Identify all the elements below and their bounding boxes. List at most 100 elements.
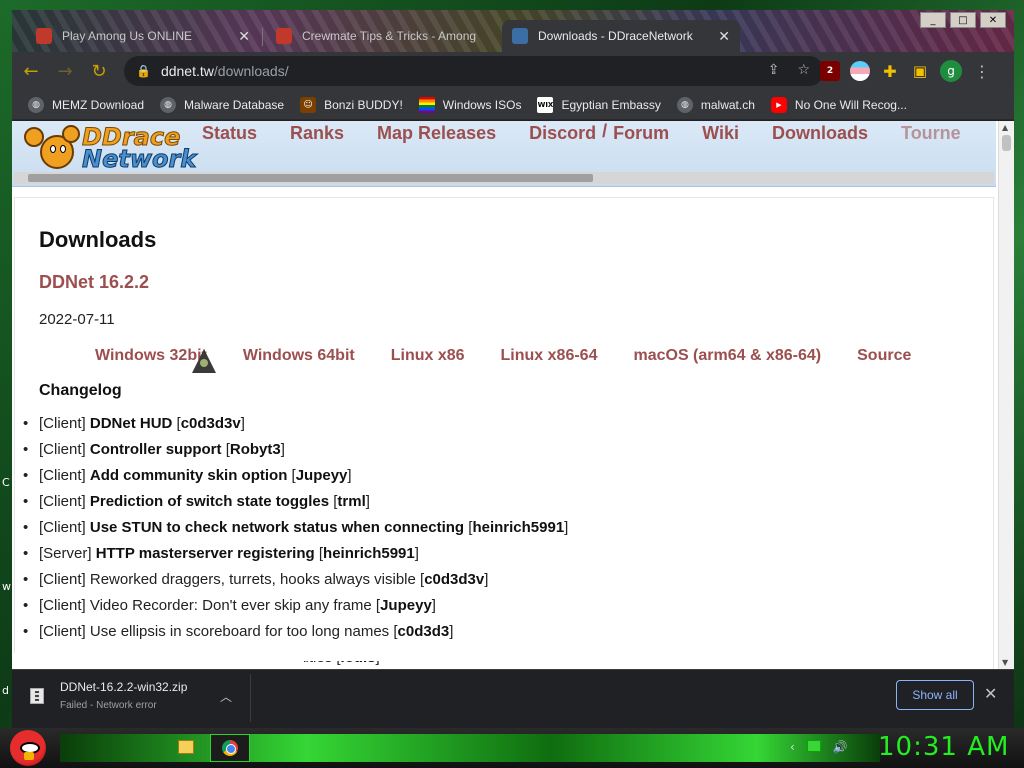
changelog-text: Add community skin option — [89, 467, 288, 484]
desktop-icon-label: C — [2, 476, 10, 489]
taskbar: ‹ 🔊 10:31 AM — [0, 728, 1024, 768]
bookmark-star-icon[interactable]: ☆ — [797, 62, 810, 78]
bookmark-label: MEMZ Download — [52, 97, 145, 112]
ddnet-logo[interactable]: DDrace Network — [18, 123, 197, 174]
changelog-text: DDNet HUD — [89, 415, 173, 432]
bookmarks-bar: ◍ MEMZ Download ◍ Malware Database ☺ Bon… — [12, 90, 1014, 120]
ddnet-favicon-icon — [512, 28, 528, 44]
scroll-up-arrow-icon[interactable]: ▲ — [1002, 123, 1008, 132]
extension-icons: 2 ✚ ▣ g ⋮ — [820, 60, 992, 82]
kebab-menu-icon[interactable]: ⋮ — [972, 61, 992, 81]
extensions-puzzle-icon[interactable]: ✚ — [880, 61, 900, 81]
close-tab-icon[interactable]: ✕ — [238, 28, 250, 45]
nav-discord[interactable]: Discord — [529, 121, 596, 147]
bookmark-malware-database[interactable]: ◍ Malware Database — [160, 96, 285, 113]
show-all-button[interactable]: Show all — [896, 680, 974, 710]
desktop-icon-label: d — [2, 684, 9, 697]
close-tab-icon[interactable]: ✕ — [718, 28, 730, 45]
globe-icon: ◍ — [160, 96, 177, 113]
start-button-angry-bird-icon[interactable] — [10, 730, 46, 766]
tab-among-us-online[interactable]: Play Among Us ONLINE ✕ — [26, 20, 260, 52]
changelog-item: [Client] Prediction of switch state togg… — [23, 491, 568, 517]
tab-label: Downloads - DDraceNetwork — [538, 29, 693, 43]
download-linux-x86-64[interactable]: Linux x86-64 — [501, 347, 598, 365]
reload-icon[interactable]: ↻ — [84, 56, 114, 86]
profile-avatar[interactable]: g — [940, 60, 962, 82]
trans-flag-extension-icon[interactable] — [850, 61, 870, 81]
changelog-text: Prediction of switch state toggles — [89, 493, 330, 510]
maximize-button[interactable]: □ — [950, 12, 976, 28]
file-explorer-icon[interactable] — [178, 740, 194, 754]
download-windows-64bit[interactable]: Windows 64bit — [243, 347, 355, 365]
bookmark-malwatch[interactable]: ◍ malwat.ch — [676, 96, 755, 113]
globe-icon: ◍ — [28, 96, 44, 113]
lock-icon[interactable]: 🔒 — [136, 64, 151, 78]
bookmark-label: Malware Database — [184, 97, 285, 112]
nav-tournaments[interactable]: Tourne — [901, 121, 961, 147]
tray-arrow-icon[interactable]: ‹ — [790, 740, 795, 754]
nav-forum[interactable]: Forum — [613, 121, 669, 147]
nav-wiki[interactable]: Wiki — [702, 121, 739, 147]
bookmark-egyptian-embassy[interactable]: WIX Egyptian Embassy — [537, 96, 661, 113]
nav-downloads[interactable]: Downloads — [772, 121, 868, 147]
rainbow-flag-icon — [418, 96, 435, 113]
taskbar-clock[interactable]: 10:31 AM — [878, 732, 1009, 762]
nav-map-releases[interactable]: Map Releases — [377, 121, 496, 147]
chevron-up-icon[interactable]: ︿ — [220, 688, 232, 705]
chrome-taskbar-button[interactable] — [210, 734, 250, 762]
page-viewport[interactable]: DDrace Network Status Ranks Map Releases… — [12, 121, 1014, 669]
download-links: Windows 32bit Windows 64bit Linux x86 Li… — [95, 347, 947, 365]
bookmark-youtube-video[interactable]: ▶ No One Will Recog... — [770, 96, 907, 113]
changelog-tag: [Server] — [39, 545, 92, 562]
release-date: 2022-07-11 — [39, 311, 115, 328]
scroll-down-arrow-icon[interactable]: ▼ — [1002, 658, 1008, 667]
scrollbar-thumb[interactable] — [1002, 135, 1011, 151]
changelog-item: [Client] Add community skin option [Jupe… — [23, 465, 568, 491]
tee-mascot-icon — [62, 125, 80, 143]
back-arrow-icon[interactable]: ← — [16, 56, 46, 86]
share-icon[interactable]: ⇪ — [768, 62, 780, 78]
download-source[interactable]: Source — [857, 347, 911, 365]
desktop-icon-label: w — [2, 580, 11, 593]
changelog-tag: [Client] — [39, 597, 86, 614]
changelog-author: Jupeyy — [295, 467, 348, 484]
address-bar[interactable]: 🔒 ddnet.tw /downloads/ ⇪ ☆ — [124, 56, 824, 86]
download-item[interactable]: DDNet-16.2.2-win32.zip Failed - Network … — [30, 680, 187, 711]
logo-text-network: Network — [81, 145, 197, 174]
nav-separator: / — [602, 121, 608, 141]
changelog-text: Video Recorder: Don't ever skip any fram… — [89, 597, 372, 614]
nav-ranks[interactable]: Ranks — [290, 121, 344, 147]
close-window-button[interactable]: ✕ — [980, 12, 1006, 28]
download-macos[interactable]: macOS (arm64 & x86-64) — [633, 347, 821, 365]
bookmark-bonzi-buddy[interactable]: ☺ Bonzi BUDDY! — [300, 96, 403, 113]
site-nav: Status Ranks Map Releases Discord / Foru… — [202, 121, 994, 147]
download-file-name: DDNet-16.2.2-win32.zip — [60, 680, 188, 694]
tab-separator — [262, 28, 263, 46]
bonzi-icon: ☺ — [300, 96, 317, 113]
scrollbar-thumb[interactable] — [28, 174, 593, 182]
changelog-author: c0d3d3 — [397, 623, 450, 640]
minimize-button[interactable]: _ — [920, 12, 946, 28]
tab-ddnet-downloads[interactable]: Downloads - DDraceNetwork ✕ — [502, 20, 740, 52]
nav-status[interactable]: Status — [202, 121, 257, 147]
bookmark-memz-download[interactable]: ◍ MEMZ Download — [28, 96, 145, 113]
changelog-author: Jupeyy — [380, 597, 432, 614]
download-linux-x86[interactable]: Linux x86 — [391, 347, 465, 365]
forward-arrow-icon[interactable]: → — [50, 56, 80, 86]
volume-icon[interactable]: 🔊 — [833, 740, 848, 754]
changelog-item: [Client] Use ellipsis in scoreboard for … — [23, 621, 568, 647]
side-panel-icon[interactable]: ▣ — [910, 61, 930, 81]
version-heading[interactable]: DDNet 16.2.2 — [39, 272, 149, 293]
download-windows-32bit[interactable]: Windows 32bit — [95, 347, 207, 365]
vertical-scrollbar[interactable]: ▲ ▼ — [998, 121, 1014, 669]
network-icon[interactable] — [806, 740, 821, 752]
wix-icon: WIX — [537, 96, 554, 113]
horizontal-scrollbar[interactable] — [14, 172, 994, 184]
ublock-icon[interactable]: 2 — [820, 61, 840, 81]
window-controls: _ □ ✕ — [920, 12, 1006, 28]
bookmark-windows-isos[interactable]: Windows ISOs — [418, 96, 521, 113]
close-icon[interactable]: ✕ — [984, 684, 997, 703]
tab-crewmate-tips[interactable]: Crewmate Tips & Tricks - Among — [266, 20, 500, 52]
changelog-author: trml — [337, 493, 366, 510]
bookmark-label: malwat.ch — [700, 97, 755, 112]
